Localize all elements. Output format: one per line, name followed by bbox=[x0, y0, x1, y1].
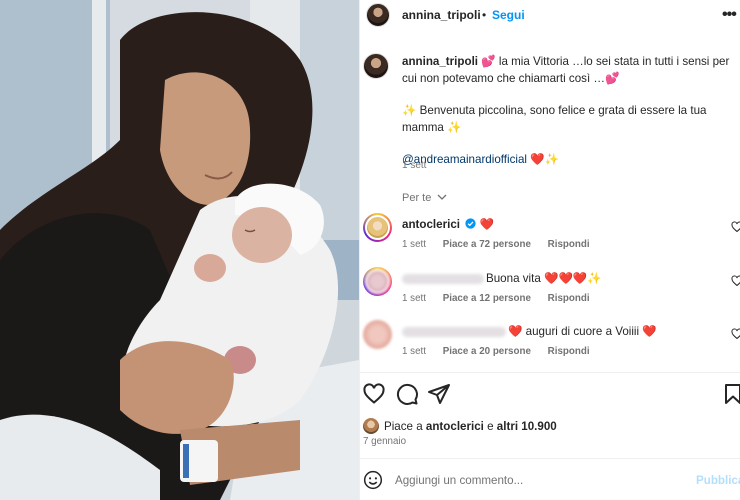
liker-avatar[interactable] bbox=[363, 418, 379, 434]
likes-user-link[interactable]: antoclerici bbox=[426, 420, 484, 433]
share-paper-plane-icon[interactable] bbox=[427, 382, 451, 406]
comment-item: antoclerici ❤️ 1 sett Piace a 72 persone… bbox=[360, 213, 740, 263]
chevron-down-icon bbox=[437, 191, 447, 203]
caption-mention-suffix: ❤️✨ bbox=[526, 153, 560, 166]
post-photo bbox=[0, 0, 359, 500]
comment-item: Buona vita ❤️❤️❤️✨ 1 sett Piace a 12 per… bbox=[360, 267, 740, 317]
comment-reply-button[interactable]: Rispondi bbox=[548, 346, 590, 357]
author-avatar[interactable] bbox=[366, 3, 390, 27]
comment-meta: 1 sett Piace a 72 persone Rispondi bbox=[402, 239, 604, 250]
comment-likes[interactable]: Piace a 20 persone bbox=[443, 346, 531, 357]
likes-prefix: Piace a bbox=[384, 419, 426, 433]
post-date[interactable]: 7 gennaio bbox=[363, 436, 406, 447]
caption-avatar[interactable] bbox=[363, 53, 389, 79]
comment-time[interactable]: 1 sett bbox=[402, 293, 426, 304]
caption-timestamp[interactable]: 1 sett bbox=[402, 160, 426, 171]
comment-username-blurred[interactable] bbox=[402, 273, 484, 284]
verified-badge-icon bbox=[465, 218, 476, 229]
comment-avatar[interactable] bbox=[363, 213, 392, 242]
comment-text: ❤️ auguri di cuore a Voiiii ❤️ bbox=[508, 325, 657, 338]
post-caption: annina_tripoli 💕 la mia Vittoria …lo sei… bbox=[402, 54, 736, 169]
sort-label: Per te bbox=[402, 192, 432, 204]
likes-others-link[interactable]: altri 10.900 bbox=[497, 420, 557, 433]
comment-body: ❤️ auguri di cuore a Voiiii ❤️ bbox=[402, 324, 657, 338]
actions-divider bbox=[360, 372, 740, 373]
follow-button[interactable]: Segui bbox=[492, 8, 525, 22]
post-header: annina_tripoli • Segui ••• bbox=[360, 0, 740, 32]
comment-time[interactable]: 1 sett bbox=[402, 346, 426, 357]
comment-username-blurred[interactable] bbox=[402, 326, 506, 337]
comment-avatar[interactable] bbox=[363, 267, 392, 296]
author-username[interactable]: annina_tripoli bbox=[402, 8, 481, 22]
likes-text: Piace a antoclerici e altri 10.900 bbox=[384, 420, 557, 433]
caption-username[interactable]: annina_tripoli bbox=[402, 55, 478, 68]
comment-like-icon[interactable] bbox=[731, 328, 740, 340]
photo-illustration bbox=[0, 0, 359, 500]
comment-likes[interactable]: Piace a 12 persone bbox=[443, 293, 531, 304]
comment-meta: 1 sett Piace a 12 persone Rispondi bbox=[402, 293, 604, 304]
comment-text: Buona vita ❤️❤️❤️✨ bbox=[486, 272, 602, 285]
header-separator-dot: • bbox=[482, 8, 487, 22]
comment-sort-dropdown[interactable]: Per te bbox=[402, 192, 447, 204]
comment-username[interactable]: antoclerici bbox=[402, 218, 460, 231]
comment-item: ❤️ auguri di cuore a Voiiii ❤️ 1 sett Pi… bbox=[360, 320, 740, 370]
comment-like-icon[interactable] bbox=[731, 221, 740, 233]
comment-input[interactable] bbox=[395, 471, 685, 489]
comment-reply-button[interactable]: Rispondi bbox=[548, 293, 590, 304]
comment-likes[interactable]: Piace a 72 persone bbox=[443, 239, 531, 250]
comment-composer: Pubblica bbox=[360, 465, 740, 495]
like-heart-icon[interactable] bbox=[362, 382, 386, 406]
composer-divider bbox=[360, 458, 740, 459]
comment-bubble-icon[interactable] bbox=[395, 382, 419, 406]
likes-summary: Piace a antoclerici e altri 10.900 bbox=[363, 417, 557, 435]
post-action-bar bbox=[360, 382, 740, 410]
comment-avatar[interactable] bbox=[363, 320, 392, 349]
comment-text: ❤️ bbox=[476, 218, 494, 231]
comment-time[interactable]: 1 sett bbox=[402, 239, 426, 250]
comment-meta: 1 sett Piace a 20 persone Rispondi bbox=[402, 346, 604, 357]
comment-body: antoclerici ❤️ bbox=[402, 217, 494, 231]
post-side-panel: annina_tripoli • Segui ••• annina_tripol… bbox=[359, 0, 740, 500]
comment-reply-button[interactable]: Rispondi bbox=[548, 239, 590, 250]
emoji-smiley-icon[interactable] bbox=[363, 470, 383, 490]
more-options-icon[interactable]: ••• bbox=[722, 6, 737, 24]
publish-button[interactable]: Pubblica bbox=[696, 474, 740, 487]
caption-line-2: ✨ Benvenuta piccolina, sono felice e gra… bbox=[402, 104, 707, 134]
save-bookmark-icon[interactable] bbox=[721, 382, 740, 406]
comment-like-icon[interactable] bbox=[731, 275, 740, 287]
comment-body: Buona vita ❤️❤️❤️✨ bbox=[402, 271, 602, 285]
likes-middle: e bbox=[483, 419, 497, 433]
